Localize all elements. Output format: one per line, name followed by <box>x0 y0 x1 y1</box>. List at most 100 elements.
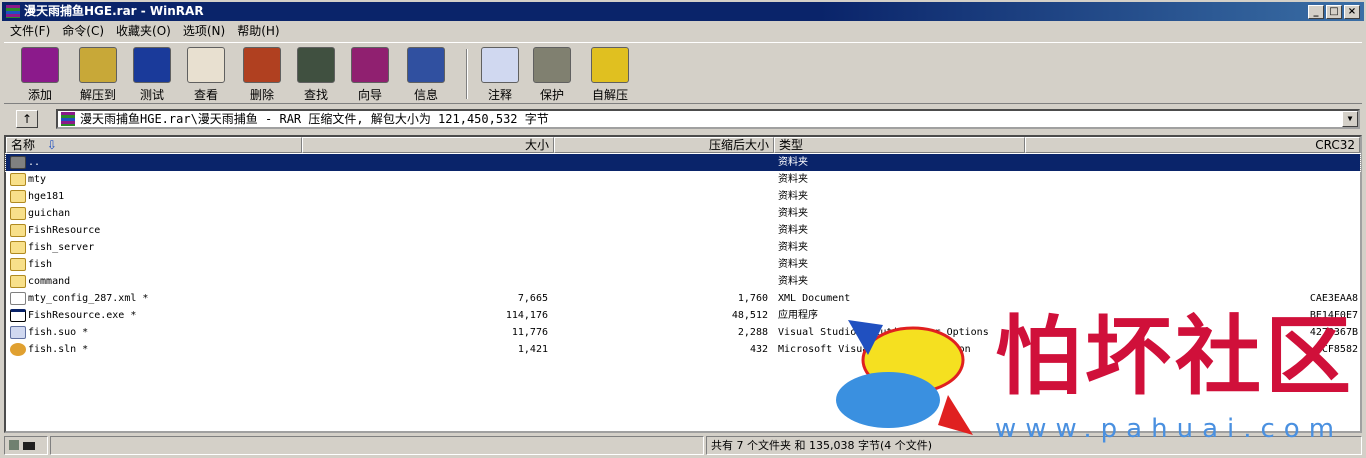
archive-icon <box>61 112 75 126</box>
file-crc: CAE3EAA8 <box>1309 293 1358 304</box>
path-combobox[interactable]: 漫天雨捕鱼HGE.rar\漫天雨捕鱼 - RAR 压缩文件, 解包大小为 121… <box>56 109 1360 129</box>
drive-icon <box>9 440 19 450</box>
status-selection <box>50 436 704 455</box>
toolbar-button-find[interactable]: 查找 <box>290 47 342 103</box>
toolbar-button-info[interactable]: 信息 <box>400 47 452 103</box>
column-header-name[interactable]: 名称 ⇩ <box>6 137 302 153</box>
toolbar-button-sfx[interactable]: 自解压 <box>584 47 636 103</box>
column-header-size[interactable]: 大小 <box>302 137 554 153</box>
file-packed-size: 48,512 <box>731 310 768 321</box>
toolbar-button-comment[interactable]: 注释 <box>474 47 526 103</box>
folder-icon <box>10 156 26 169</box>
maximize-button[interactable]: □ <box>1326 5 1342 19</box>
toolbar-button-protect[interactable]: 保护 <box>526 47 578 103</box>
file-crc: 4278367B <box>1309 327 1358 338</box>
file-name: fish.sln * <box>28 344 89 355</box>
up-folder-button[interactable]: ↑ <box>16 110 38 128</box>
toolbar-label: 查看 <box>193 88 218 102</box>
file-row[interactable]: command 资料夹 <box>6 273 1360 290</box>
wizard-icon <box>351 47 389 83</box>
path-text: 漫天雨捕鱼HGE.rar\漫天雨捕鱼 - RAR 压缩文件, 解包大小为 121… <box>80 112 549 126</box>
minimize-button[interactable]: _ <box>1308 5 1324 19</box>
add-icon <box>21 47 59 83</box>
toolbar-button-test[interactable]: 测试 <box>126 47 178 103</box>
toolbar-button-view[interactable]: 查看 <box>180 47 232 103</box>
file-row[interactable]: FishResource 资料夹 <box>6 222 1360 239</box>
file-packed-size: 432 <box>749 344 768 355</box>
find-icon <box>297 47 335 83</box>
file-list: 名称 ⇩ 大小 压缩后大小 类型 CRC32 .. 资料夹 mty 资料夹 hg… <box>4 135 1362 433</box>
suo-file-icon <box>10 326 26 339</box>
file-row[interactable]: fish_server 资料夹 <box>6 239 1360 256</box>
chevron-down-icon[interactable]: ▼ <box>1342 111 1358 127</box>
file-row[interactable]: .. 资料夹 <box>5 153 1361 172</box>
test-icon <box>133 47 171 83</box>
file-name: .. <box>28 157 41 168</box>
file-size: 11,776 <box>511 327 548 338</box>
folder-icon <box>10 224 26 237</box>
column-header-type[interactable]: 类型 <box>774 137 1025 153</box>
toolbar-label: 保护 <box>539 88 564 102</box>
file-crc: ?CF8582 <box>1315 344 1358 355</box>
header-label: 名称 <box>11 138 36 152</box>
file-packed-size: 2,288 <box>737 327 768 338</box>
menu-help[interactable]: 帮助(H) <box>231 22 285 40</box>
toolbar-button-delete[interactable]: 删除 <box>236 47 288 103</box>
file-size: 1,421 <box>517 344 548 355</box>
toolbar-label: 删除 <box>249 88 274 102</box>
delete-icon <box>243 47 281 83</box>
file-type: 资料夹 <box>778 259 808 270</box>
toolbar: 添加 解压到 测试 查看 删除 查找 向导 信息 注释 保护 自解压 <box>4 42 1362 104</box>
menu-favorites[interactable]: 收藏夹(O) <box>110 22 177 40</box>
toolbar-label: 注释 <box>487 88 512 102</box>
file-row[interactable]: guichan 资料夹 <box>6 205 1360 222</box>
menu-bar: 文件(F) 命令(C) 收藏夹(O) 选项(N) 帮助(H) <box>4 22 286 40</box>
file-name: mty <box>28 174 47 185</box>
title-bar: 漫天雨捕鱼HGE.rar - WinRAR _ □ × <box>2 2 1364 21</box>
file-name: mty_config_287.xml * <box>28 293 149 304</box>
file-name: hge181 <box>28 191 65 202</box>
address-bar: ↑ 漫天雨捕鱼HGE.rar\漫天雨捕鱼 - RAR 压缩文件, 解包大小为 1… <box>4 107 1362 131</box>
file-type: Microsoft Visual Studio Solution <box>778 344 971 355</box>
file-row[interactable]: fish.suo * 11,776 2,288 Visual Studio So… <box>6 324 1360 341</box>
column-header-packed[interactable]: 压缩后大小 <box>554 137 774 153</box>
winrar-icon <box>6 5 20 18</box>
file-type: 资料夹 <box>778 174 808 185</box>
toolbar-label: 向导 <box>357 88 382 102</box>
folder-icon <box>10 275 26 288</box>
menu-commands[interactable]: 命令(C) <box>56 22 110 40</box>
file-size: 114,176 <box>505 310 548 321</box>
menu-options[interactable]: 选项(N) <box>177 22 231 40</box>
sort-arrow-icon: ⇩ <box>46 138 57 152</box>
file-type: 资料夹 <box>778 191 808 202</box>
sfx-icon <box>591 47 629 83</box>
window-title: 漫天雨捕鱼HGE.rar - WinRAR <box>24 4 204 18</box>
toolbar-button-wizard[interactable]: 向导 <box>344 47 396 103</box>
file-row[interactable]: fish.sln * 1,421 432 Microsoft Visual St… <box>6 341 1360 358</box>
status-summary: 共有 7 个文件夹 和 135,038 字节(4 个文件) <box>706 436 1362 455</box>
toolbar-button-extract[interactable]: 解压到 <box>72 47 124 103</box>
file-type: 资料夹 <box>778 208 808 219</box>
file-row[interactable]: mty_config_287.xml * 7,665 1,760 XML Doc… <box>6 290 1360 307</box>
comment-icon <box>481 47 519 83</box>
xml-file-icon <box>10 292 26 305</box>
file-size: 7,665 <box>517 293 548 304</box>
menu-file[interactable]: 文件(F) <box>4 22 56 40</box>
file-name: fish <box>28 259 53 270</box>
file-row[interactable]: mty 资料夹 <box>6 171 1360 188</box>
close-button[interactable]: × <box>1344 5 1360 19</box>
file-row[interactable]: fish 资料夹 <box>6 256 1360 273</box>
file-name: guichan <box>28 208 71 219</box>
file-row[interactable]: hge181 资料夹 <box>6 188 1360 205</box>
file-type: 应用程序 <box>778 310 818 321</box>
toolbar-button-add[interactable]: 添加 <box>14 47 66 103</box>
column-header-crc[interactable]: CRC32 <box>1025 137 1360 153</box>
file-type: XML Document <box>778 293 851 304</box>
file-crc: BE14F0E7 <box>1309 310 1358 321</box>
file-row[interactable]: FishResource.exe * 114,176 48,512 应用程序 B… <box>6 307 1360 324</box>
folder-icon <box>10 241 26 254</box>
sln-file-icon <box>10 343 26 356</box>
file-name: fish.suo * <box>28 327 89 338</box>
file-name: FishResource.exe * <box>28 310 137 321</box>
key-icon <box>22 442 35 450</box>
